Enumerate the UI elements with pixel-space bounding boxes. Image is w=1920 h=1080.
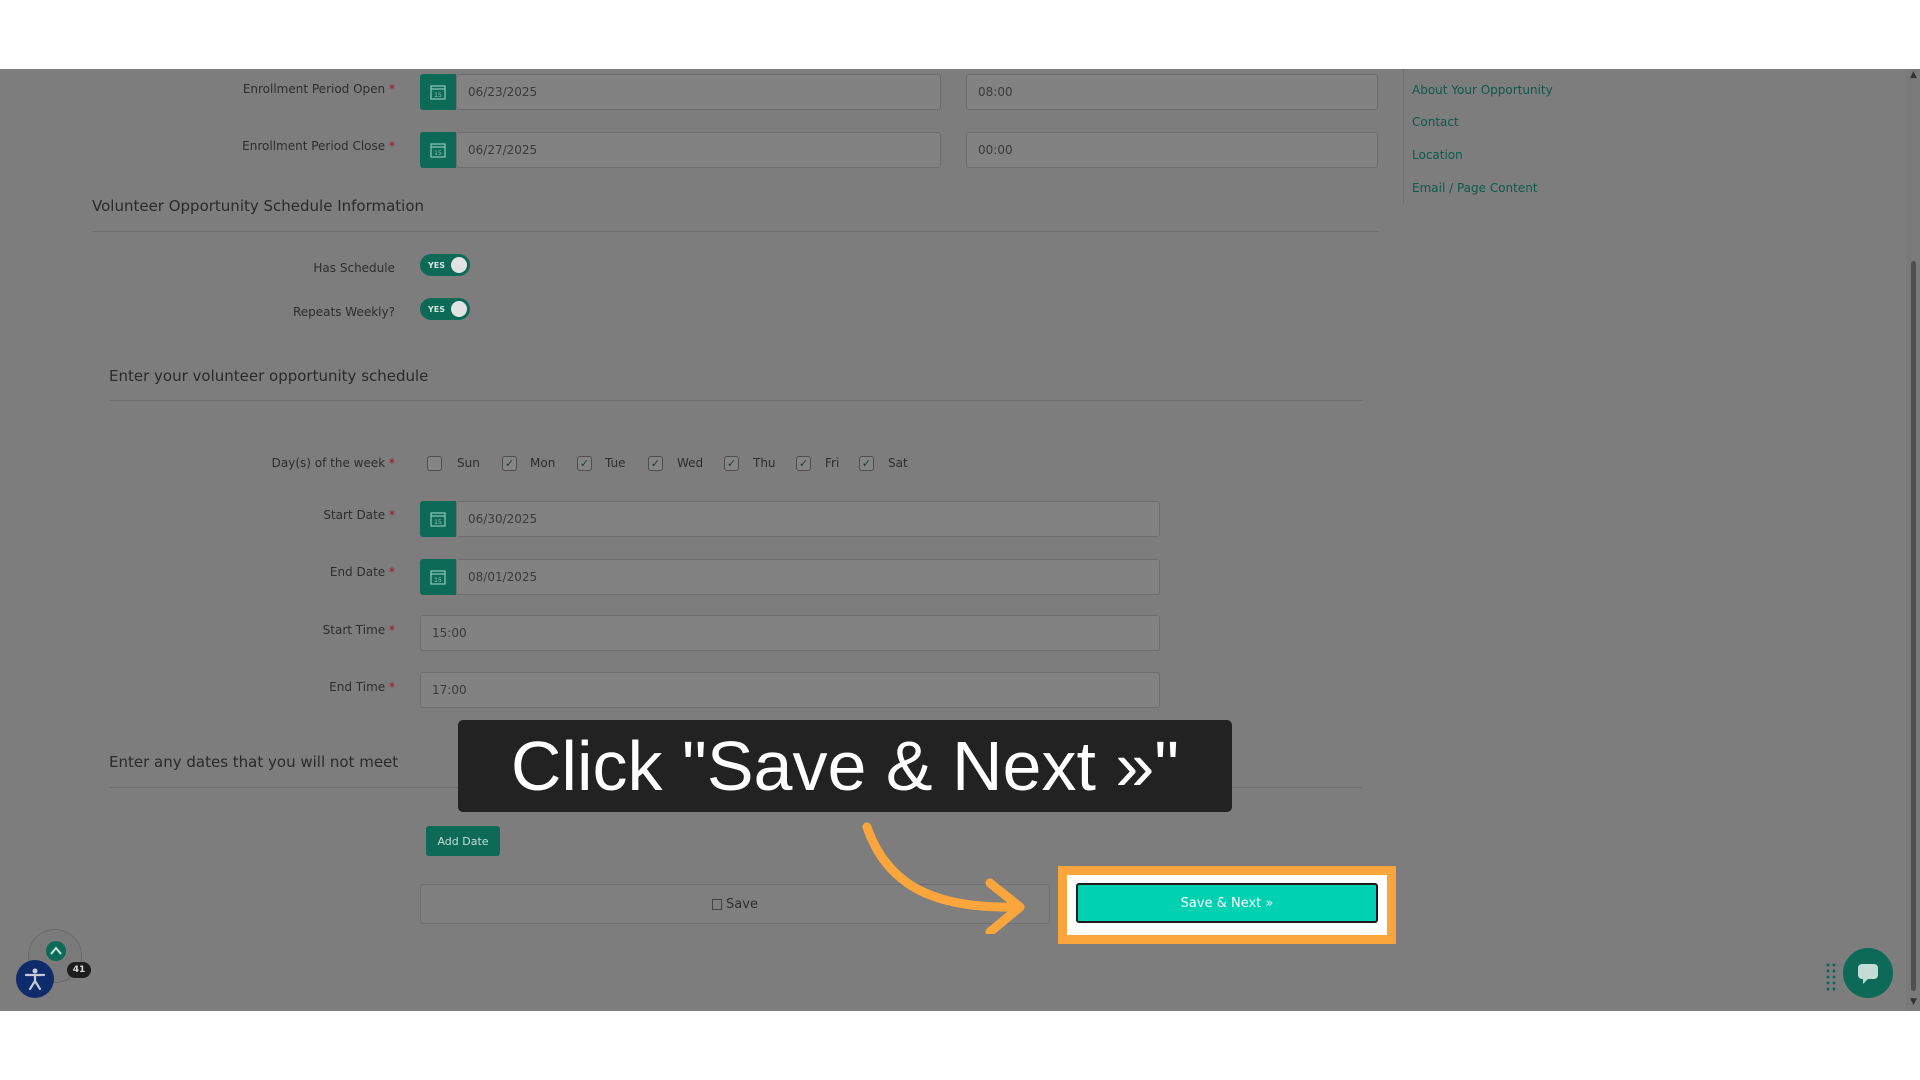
day-label-sat: Sat [888, 456, 908, 470]
page-viewport: Enrollment Period Open * 15 06/23/2025 0… [0, 69, 1920, 1011]
enrollment-open-date-field[interactable]: 15 06/23/2025 [420, 74, 941, 110]
chevron-up-icon[interactable] [46, 941, 66, 961]
save-icon [712, 898, 723, 910]
day-label-thu: Thu [753, 456, 776, 470]
day-checkbox-thu[interactable]: ✓ [724, 456, 739, 471]
drag-handle-icon[interactable] [1826, 962, 1836, 992]
sidebar-link-contact[interactable]: Contact [1412, 115, 1459, 129]
schedule-title: Enter your volunteer opportunity schedul… [109, 367, 429, 385]
enrollment-open-label-text: Enrollment Period Open [242, 82, 386, 96]
enrollment-open-date-input[interactable]: 06/23/2025 [456, 74, 941, 110]
day-label-mon: Mon [530, 456, 556, 470]
save-button-label: Save [726, 896, 758, 912]
day-checkbox-wed[interactable]: ✓ [648, 456, 663, 471]
required-mark: * [389, 623, 395, 637]
toggle-state-text: YES [428, 304, 446, 314]
check-icon[interactable]: ✓ [724, 456, 739, 471]
section-divider [92, 231, 1378, 232]
end-date-field[interactable]: 15 08/01/2025 [420, 559, 1160, 595]
day-checkbox-mon[interactable]: ✓ [502, 456, 517, 471]
enrollment-open-label: Enrollment Period Open * [145, 82, 395, 96]
scrollbar-track[interactable]: ▲ ▼ [1906, 69, 1920, 1011]
start-date-input[interactable]: 06/30/2025 [456, 501, 1160, 537]
has-schedule-toggle[interactable]: YES [420, 254, 470, 276]
enrollment-close-date-input[interactable]: 06/27/2025 [456, 132, 941, 168]
end-date-label: End Date * [145, 565, 395, 579]
repeats-weekly-label: Repeats Weekly? [293, 305, 395, 319]
scrollbar-thumb[interactable] [1911, 261, 1916, 991]
exclusions-title: Enter any dates that you will not meet [109, 753, 399, 771]
days-of-week-label-text: Day(s) of the week [271, 456, 386, 470]
svg-text:15: 15 [434, 519, 442, 526]
enrollment-close-date-field[interactable]: 15 06/27/2025 [420, 132, 941, 168]
check-icon[interactable]: ✓ [648, 456, 663, 471]
required-mark: * [389, 82, 395, 96]
svg-text:15: 15 [434, 150, 442, 157]
check-icon[interactable]: ✓ [796, 456, 811, 471]
sidebar-divider [1403, 69, 1404, 204]
top-band [0, 0, 1920, 69]
calendar-icon[interactable]: 15 [420, 501, 456, 537]
toggle-knob [451, 257, 467, 273]
end-time-label-text: End Time [329, 680, 386, 694]
scroll-up-arrow-icon[interactable]: ▲ [1910, 70, 1917, 80]
check-icon[interactable]: ✓ [859, 456, 874, 471]
toggle-state-text: YES [428, 260, 446, 270]
enrollment-open-time-input[interactable]: 08:00 [966, 74, 1378, 110]
start-time-label-text: Start Time [322, 623, 386, 637]
checkbox-box[interactable] [427, 456, 442, 471]
end-time-input[interactable]: 17:00 [420, 672, 1160, 708]
save-next-button[interactable]: Save & Next » [1076, 883, 1378, 923]
sidebar-link-email-page-content[interactable]: Email / Page Content [1412, 181, 1538, 195]
has-schedule-label: Has Schedule [313, 261, 395, 275]
repeats-weekly-toggle[interactable]: YES [420, 298, 470, 320]
calendar-icon[interactable]: 15 [420, 74, 456, 110]
bottom-band [0, 1011, 1920, 1080]
enrollment-close-time-input[interactable]: 00:00 [966, 132, 1378, 168]
days-of-week-label: Day(s) of the week * [145, 456, 395, 470]
day-checkbox-tue[interactable]: ✓ [577, 456, 592, 471]
svg-text:15: 15 [434, 577, 442, 584]
tutorial-caption: Click "Save & Next »" [458, 720, 1232, 812]
svg-text:15: 15 [434, 92, 442, 99]
required-mark: * [389, 456, 395, 470]
sidebar-link-about[interactable]: About Your Opportunity [1412, 83, 1553, 97]
day-checkbox-sun[interactable] [427, 456, 445, 472]
chat-icon[interactable] [1843, 948, 1893, 998]
day-checkbox-sat[interactable]: ✓ [859, 456, 874, 471]
day-checkbox-fri[interactable]: ✓ [796, 456, 811, 471]
required-mark: * [389, 565, 395, 579]
day-label-tue: Tue [605, 456, 626, 470]
add-date-button[interactable]: Add Date [426, 826, 500, 856]
enrollment-close-label-text: Enrollment Period Close [242, 139, 386, 153]
sidebar-link-location[interactable]: Location [1412, 148, 1463, 162]
start-date-label: Start Date * [145, 508, 395, 522]
section-divider [109, 400, 1362, 401]
accessibility-icon[interactable] [16, 960, 54, 998]
schedule-info-title: Volunteer Opportunity Schedule Informati… [92, 197, 425, 215]
calendar-icon[interactable]: 15 [420, 132, 456, 168]
check-icon[interactable]: ✓ [577, 456, 592, 471]
start-time-label: Start Time * [145, 623, 395, 637]
end-time-label: End Time * [145, 680, 395, 694]
day-label-sun: Sun [457, 456, 480, 470]
scroll-down-arrow-icon[interactable]: ▼ [1910, 997, 1917, 1007]
start-time-input[interactable]: 15:00 [420, 615, 1160, 651]
end-date-input[interactable]: 08/01/2025 [456, 559, 1160, 595]
day-label-fri: Fri [825, 456, 840, 470]
calendar-icon[interactable]: 15 [420, 559, 456, 595]
start-date-label-text: Start Date [323, 508, 386, 522]
notification-badge: 41 [67, 962, 91, 978]
toggle-knob [451, 301, 467, 317]
start-date-field[interactable]: 15 06/30/2025 [420, 501, 1160, 537]
required-mark: * [389, 139, 395, 153]
required-mark: * [389, 508, 395, 522]
day-label-wed: Wed [677, 456, 704, 470]
check-icon[interactable]: ✓ [502, 456, 517, 471]
tutorial-arrow-icon [862, 822, 1025, 934]
enrollment-close-label: Enrollment Period Close * [145, 139, 395, 153]
required-mark: * [389, 680, 395, 694]
end-date-label-text: End Date [329, 565, 386, 579]
